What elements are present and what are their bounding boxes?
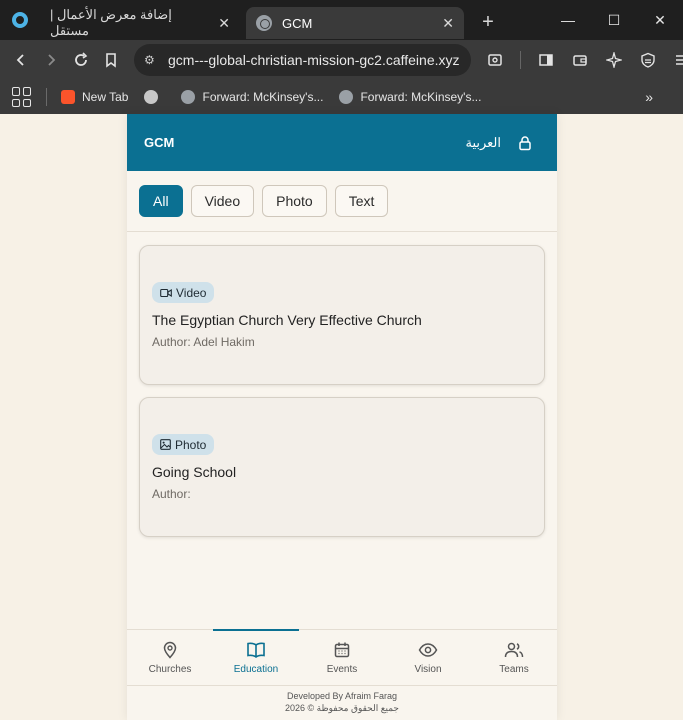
globe-icon	[181, 90, 196, 104]
browser-tab-gcm[interactable]: GCM ✕	[246, 7, 464, 39]
card-title: The Egyptian Church Very Effective Churc…	[152, 312, 422, 328]
calendar-icon	[334, 642, 350, 657]
ai-sparkle-icon[interactable]	[599, 45, 629, 75]
bookmark-label: Forward: McKinsey's...	[360, 90, 482, 104]
bookmark-icon[interactable]	[96, 45, 126, 75]
header-actions: العربية	[465, 135, 533, 151]
content-card[interactable]: Video The Egyptian Church Very Effective…	[139, 245, 545, 385]
browser-tab-mostaql[interactable]: إضافة معرض الأعمال | مستقل ✕	[40, 7, 240, 39]
bottom-nav: Churches Education Events Vision Teams	[127, 629, 557, 685]
nav-item-churches[interactable]: Churches	[127, 630, 213, 685]
filter-text[interactable]: Text	[334, 185, 389, 217]
menu-icon[interactable]	[667, 45, 683, 75]
nav-label: Events	[326, 663, 358, 675]
brand-logo[interactable]: GCM	[144, 135, 174, 150]
video-icon	[160, 288, 172, 297]
site-settings-icon[interactable]: ⚙	[144, 53, 168, 67]
minimize-icon[interactable]: —	[545, 0, 591, 40]
close-window-icon[interactable]: ✕	[637, 0, 683, 40]
vpn-shield-icon[interactable]	[633, 45, 663, 75]
maximize-icon[interactable]: ☐	[591, 0, 637, 40]
image-icon	[160, 439, 171, 450]
sidebar-icon[interactable]	[531, 45, 561, 75]
nav-label: Churches	[148, 663, 192, 675]
apps-grid-icon[interactable]	[12, 87, 32, 107]
map-pin-icon	[163, 641, 177, 659]
globe-icon	[339, 90, 354, 104]
bookmark-blank[interactable]	[144, 90, 165, 104]
content-card[interactable]: Photo Going School Author:	[139, 397, 545, 537]
circle-icon	[144, 90, 159, 104]
footer-copyright: جميع الحقوق محفوظة © 2026	[285, 703, 399, 713]
close-icon[interactable]: ✕	[442, 15, 454, 32]
nav-label: Vision	[414, 663, 442, 675]
badge-label: Photo	[175, 437, 207, 452]
app-footer: Developed By Afraim Farag جميع الحقوق مح…	[127, 685, 557, 720]
back-arrow-icon[interactable]	[6, 45, 36, 75]
nav-item-events[interactable]: Events	[299, 630, 385, 685]
bookmarks-bar: New Tab Forward: McKinsey's... Forward: …	[0, 80, 683, 114]
close-icon[interactable]: ✕	[218, 15, 230, 32]
nav-label: Education	[233, 663, 279, 675]
language-toggle[interactable]: العربية	[465, 135, 501, 151]
forward-arrow-icon[interactable]	[36, 45, 66, 75]
url-text: gcm---global-christian-mission-gc2.caffe…	[168, 52, 460, 68]
browser-toolbar: ⚙ gcm---global-christian-mission-gc2.caf…	[0, 40, 683, 80]
bookmark-label: Forward: McKinsey's...	[202, 90, 324, 104]
footer-credit: Developed By Afraim Farag	[286, 691, 398, 701]
nav-item-education[interactable]: Education	[213, 629, 299, 685]
page-viewport: GCM العربية All Video Photo Text Video T…	[0, 114, 683, 720]
bookmarks-overflow-icon[interactable]: »	[645, 89, 653, 105]
window-controls: — ☐ ✕	[545, 0, 683, 40]
lock-icon[interactable]	[517, 135, 533, 151]
toolbar-actions	[480, 45, 683, 75]
type-badge: Photo	[152, 434, 215, 455]
tab-title: إضافة معرض الأعمال | مستقل	[50, 7, 172, 38]
card-author: Author: Adel Hakim	[152, 335, 255, 349]
address-bar[interactable]: ⚙ gcm---global-christian-mission-gc2.caf…	[134, 44, 471, 76]
filter-photo[interactable]: Photo	[262, 185, 327, 217]
type-badge: Video	[152, 282, 215, 303]
bookmark-forward-2[interactable]: Forward: McKinsey's...	[339, 90, 481, 104]
book-open-icon	[247, 642, 265, 658]
filter-video[interactable]: Video	[190, 185, 255, 217]
nav-item-teams[interactable]: Teams	[471, 630, 557, 685]
bookmark-forward-1[interactable]: Forward: McKinsey's...	[181, 90, 323, 104]
bookmark-new-tab[interactable]: New Tab	[61, 90, 128, 104]
globe-icon	[256, 15, 272, 31]
app-container: GCM العربية All Video Photo Text Video T…	[127, 114, 557, 720]
card-title: Going School	[152, 464, 237, 480]
nav-label: Teams	[499, 663, 529, 675]
filter-all[interactable]: All	[139, 185, 183, 217]
card-author: Author:	[152, 487, 191, 501]
tab-title: GCM	[282, 15, 313, 31]
browser-tab-strip: إضافة معرض الأعمال | مستقل ✕ GCM ✕ + — ☐…	[0, 0, 683, 40]
new-tab-button[interactable]: +	[470, 6, 506, 38]
brave-icon	[61, 90, 75, 104]
users-icon	[504, 642, 524, 657]
eye-icon	[418, 642, 438, 657]
nav-item-vision[interactable]: Vision	[385, 630, 471, 685]
browser-logo-icon	[0, 0, 40, 40]
toolbar-divider	[520, 51, 521, 69]
reload-icon[interactable]	[66, 45, 96, 75]
bookmarks-divider	[46, 88, 47, 106]
wallet-icon[interactable]	[565, 45, 595, 75]
screenshot-icon[interactable]	[480, 45, 510, 75]
media-filter-bar: All Video Photo Text	[127, 171, 557, 232]
badge-label: Video	[176, 285, 207, 300]
app-header: GCM العربية	[127, 114, 557, 171]
bookmark-label: New Tab	[82, 90, 129, 104]
